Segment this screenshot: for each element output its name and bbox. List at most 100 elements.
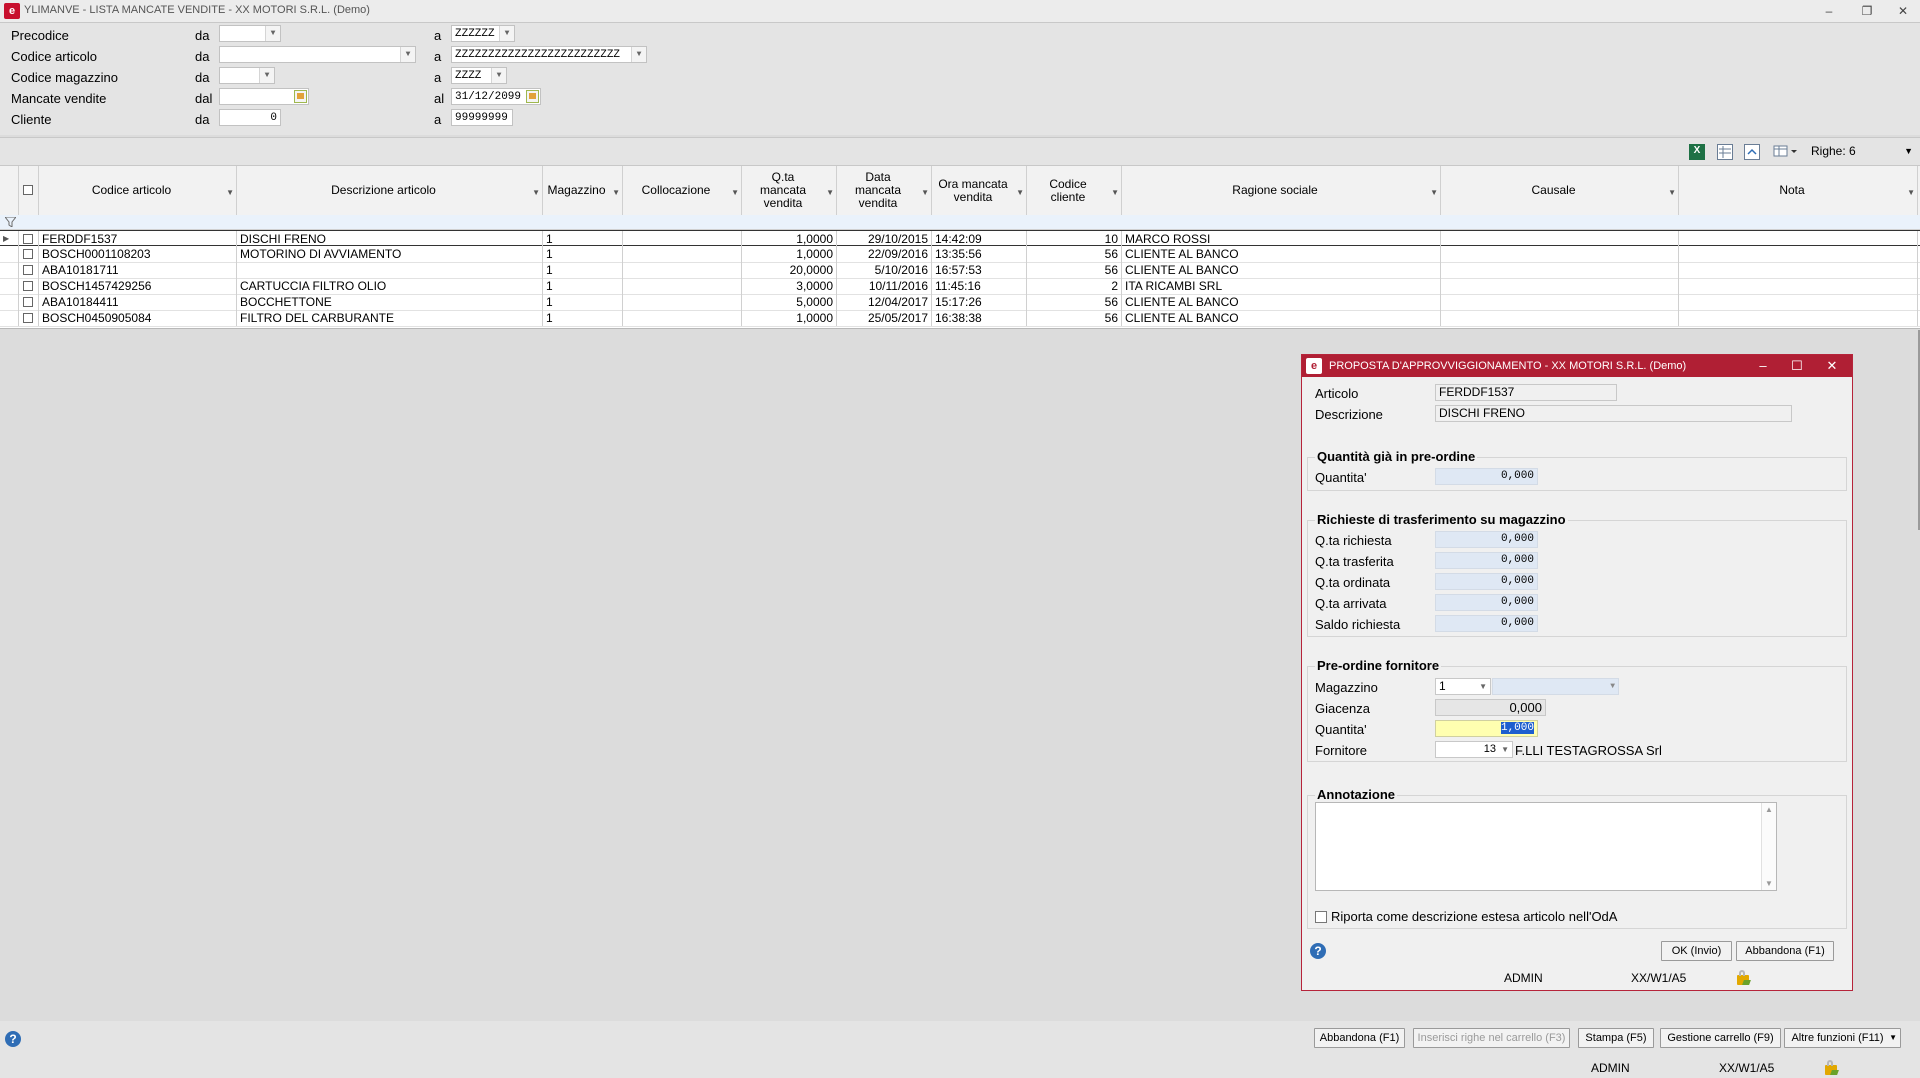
column-filter-icon[interactable]: ▼ [226,186,234,199]
fornitore-code-select[interactable]: 13 ▼ [1435,741,1513,758]
column-filter-icon[interactable]: ▼ [612,186,620,199]
annotazione-textarea[interactable]: ▲ ▼ [1315,802,1777,891]
magazzino-select[interactable]: 1 ▼ [1435,678,1491,695]
col-header-collocazione[interactable]: Collocazione ▼ [623,166,742,215]
rows-count-dropdown[interactable]: Righe: 6 ▼ [1805,141,1917,161]
dropdown-arrow-icon[interactable]: ▼ [1501,742,1509,757]
row-checkbox[interactable] [23,313,33,323]
altre-funzioni-button[interactable]: Altre funzioni (F11) ▼ [1784,1028,1901,1048]
select-all-checkbox[interactable] [23,185,33,195]
dropdown-arrow-icon[interactable]: ▼ [631,47,646,62]
pf-quantita-input[interactable]: 1,000 [1435,720,1538,737]
codice-magazzino-to-input[interactable]: ZZZZ ▼ [451,67,507,84]
column-filter-icon[interactable]: ▼ [1111,186,1119,199]
excel-icon[interactable]: X [1689,144,1705,160]
close-button[interactable]: ✕ [1888,1,1918,21]
row-checkbox[interactable] [23,297,33,307]
magazzino-description-select[interactable]: ▼ [1492,678,1619,695]
col-header-ragione-sociale[interactable]: Ragione sociale ▼ [1122,166,1441,215]
help-icon[interactable]: ? [1310,943,1326,959]
mancate-vendite-to-input[interactable]: 31/12/2099 [451,88,541,105]
textarea-scrollbar[interactable]: ▲ ▼ [1761,803,1776,890]
select-all-header[interactable] [19,166,39,215]
rows-count-label: Righe: 6 [1811,144,1856,158]
table-row[interactable]: ABA10181711 1 20,0000 5/10/2016 16:57:53 56 CL… [0,262,1920,279]
column-filter-icon[interactable]: ▼ [731,186,739,199]
col-header-descrizione[interactable]: Descrizione articolo ▼ [237,166,543,215]
refresh-icon[interactable] [1744,144,1760,160]
dialog-close-button[interactable]: ✕ [1815,355,1849,377]
dropdown-arrow-icon[interactable]: ▼ [1479,679,1487,694]
restore-button[interactable]: ❐ [1852,1,1882,21]
dialog-maximize-button[interactable]: ☐ [1780,355,1814,377]
row-indicator [0,310,19,326]
table-row[interactable]: ▶ FERDDF1537 DISCHI FRENO 1 1,0000 29/10/2015… [0,230,1920,247]
column-filter-icon[interactable]: ▼ [1430,186,1438,199]
row-checkbox[interactable] [23,265,33,275]
column-filter-icon[interactable]: ▼ [1907,186,1915,199]
row-select-cell[interactable] [19,294,39,310]
help-icon[interactable]: ? [5,1031,21,1047]
column-filter-icon[interactable]: ▼ [826,186,834,199]
table-row[interactable]: BOSCH1457429256 CARTUCCIA FILTRO OLIO 1 3,0… [0,278,1920,295]
col-header-qta-mancata-vendita[interactable]: Q.ta mancata vendita ▼ [742,166,837,215]
col-header-data-mancata-vendita[interactable]: Data mancata vendita ▼ [837,166,932,215]
col-header-nota[interactable]: Nota ▼ [1679,166,1918,215]
filter-funnel-icon[interactable] [5,217,16,227]
col-header-codice-cliente[interactable]: Codice cliente ▼ [1027,166,1122,215]
window-titlebar: e YLIMANVE - LISTA MANCATE VENDITE - XX … [0,0,1920,23]
dialog-minimize-button[interactable]: – [1746,355,1780,377]
table-row[interactable]: ABA10184411 BOCCHETTONE 1 5,0000 12/04/2017 1… [0,294,1920,311]
dropdown-arrow-icon[interactable]: ▼ [259,68,274,83]
col-header-causale[interactable]: Causale ▼ [1441,166,1679,215]
abbandona-button[interactable]: Abbandona (F1) [1314,1028,1405,1048]
row-select-cell[interactable] [19,310,39,326]
row-checkbox[interactable] [23,249,33,259]
column-filter-icon[interactable]: ▼ [532,186,540,199]
cell-nota [1679,278,1918,294]
dropdown-arrow-icon[interactable]: ▼ [1610,679,1615,694]
magazzino-value: 1 [1439,679,1446,693]
dropdown-arrow-icon[interactable]: ▼ [491,68,506,83]
codice-articolo-to-input[interactable]: ZZZZZZZZZZZZZZZZZZZZZZZZZ ▼ [451,46,647,63]
minimize-button[interactable]: – [1814,1,1844,21]
row-select-cell[interactable] [19,278,39,294]
cliente-from-input[interactable]: 0 [219,109,281,126]
codice-articolo-from-input[interactable]: ▼ [219,46,416,63]
row-select-cell[interactable] [19,231,39,247]
table-row[interactable]: BOSCH0001108203 MOTORINO DI AVVIAMENTO 1 1,… [0,246,1920,263]
ok-button[interactable]: OK (Invio) [1661,941,1732,961]
row-select-cell[interactable] [19,262,39,278]
riporta-checkbox[interactable] [1315,911,1327,923]
gestione-carrello-button[interactable]: Gestione carrello (F9) [1660,1028,1781,1048]
column-filter-icon[interactable]: ▼ [1016,186,1024,199]
filter-panel: Precodice da ▼ a ZZZZZZ ▼ Codice articolo… [0,23,1920,135]
descrizione-field[interactable]: DISCHI FRENO [1435,405,1792,422]
dropdown-arrow-icon[interactable]: ▼ [499,26,514,41]
columns-icon[interactable] [1773,144,1799,160]
column-filter-icon[interactable]: ▼ [1668,186,1676,199]
dialog-abbandona-button[interactable]: Abbandona (F1) [1736,941,1834,961]
col-header-magazzino[interactable]: Magazzino ▼ [543,166,623,215]
grid-layout-icon[interactable] [1717,144,1733,160]
dropdown-arrow-icon[interactable]: ▼ [400,47,415,62]
articolo-field[interactable]: FERDDF1537 [1435,384,1617,401]
precodice-to-input[interactable]: ZZZZZZ ▼ [451,25,515,42]
calendar-icon[interactable] [294,90,307,103]
pf-quantita-value: 1,000 [1500,722,1534,734]
column-filter-icon[interactable]: ▼ [921,186,929,199]
col-header-ora-mancata-vendita[interactable]: Ora mancata vendita ▼ [932,166,1027,215]
row-checkbox[interactable] [23,234,33,244]
mancate-vendite-from-input[interactable] [219,88,309,105]
stampa-button[interactable]: Stampa (F5) [1578,1028,1654,1048]
cliente-to-input[interactable]: 99999999 [451,109,513,126]
row-select-cell[interactable] [19,246,39,262]
table-row[interactable]: BOSCH0450905084 FILTRO DEL CARBURANTE 1 1,0… [0,310,1920,327]
calendar-icon[interactable] [526,90,539,103]
precodice-from-input[interactable]: ▼ [219,25,281,42]
row-checkbox[interactable] [23,281,33,291]
col-header-codice-articolo[interactable]: Codice articolo ▼ [39,166,237,215]
grid-filter-row[interactable] [0,215,1920,230]
codice-magazzino-from-input[interactable]: ▼ [219,67,275,84]
dropdown-arrow-icon[interactable]: ▼ [265,26,280,41]
